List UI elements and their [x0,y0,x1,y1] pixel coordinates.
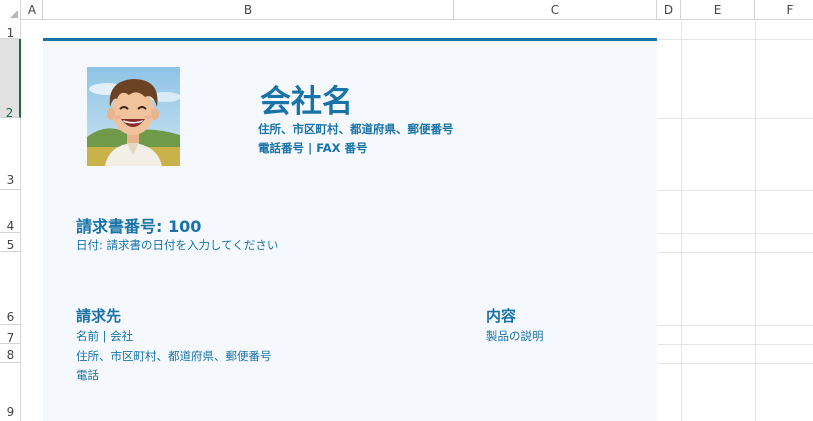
select-all-corner[interactable] [0,0,21,20]
gridline [658,344,813,345]
content-description[interactable]: 製品の説明 [486,328,544,344]
gridline [658,363,813,364]
column-header-d[interactable]: D [657,0,681,20]
gridline [658,190,813,191]
row-header-4[interactable]: 4 [0,190,21,233]
row-header-6[interactable]: 6 [0,252,21,325]
gridline [658,39,813,40]
gridline [658,252,813,253]
bill-to-name[interactable]: 名前 | 会社 [76,328,133,344]
gridline [681,21,682,421]
bill-to-heading[interactable]: 請求先 [76,305,121,326]
column-header-e[interactable]: E [681,0,755,20]
row-header-1[interactable]: 1 [0,20,21,40]
gridline [658,233,813,234]
row-header-2[interactable]: 2 [0,39,21,120]
row-header-8[interactable]: 8 [0,344,21,363]
content-heading[interactable]: 内容 [486,305,516,326]
select-all-triangle-icon [10,10,18,18]
gridline [658,325,813,326]
row-header-7[interactable]: 7 [0,325,21,345]
column-header-c[interactable]: C [454,0,657,20]
column-header-f[interactable]: F [755,0,813,20]
row-header-9[interactable]: 9 [0,363,21,421]
company-address[interactable]: 住所、市区町村、都道府県、郵便番号 [258,121,454,137]
row-header-5[interactable]: 5 [0,233,21,252]
company-logo-avatar[interactable] [87,67,180,166]
row-header-3[interactable]: 3 [0,118,21,190]
gridline [658,118,813,119]
bill-to-address[interactable]: 住所、市区町村、都道府県、郵便番号 [76,348,272,364]
invoice-date[interactable]: 日付: 請求書の日付を入力してください [76,237,278,253]
invoice-number[interactable]: 請求書番号: 100 [76,213,201,237]
column-header-bar: A B C D E F [0,0,813,20]
company-contact[interactable]: 電話番号 | FAX 番号 [258,140,368,156]
column-header-b[interactable]: B [43,0,454,20]
company-name[interactable]: 会社名 [260,76,353,121]
row-header-bar: 1 2 3 4 5 6 7 8 9 [0,20,21,421]
column-header-a[interactable]: A [22,0,43,20]
bill-to-phone[interactable]: 電話 [76,367,99,383]
gridline [755,21,756,421]
